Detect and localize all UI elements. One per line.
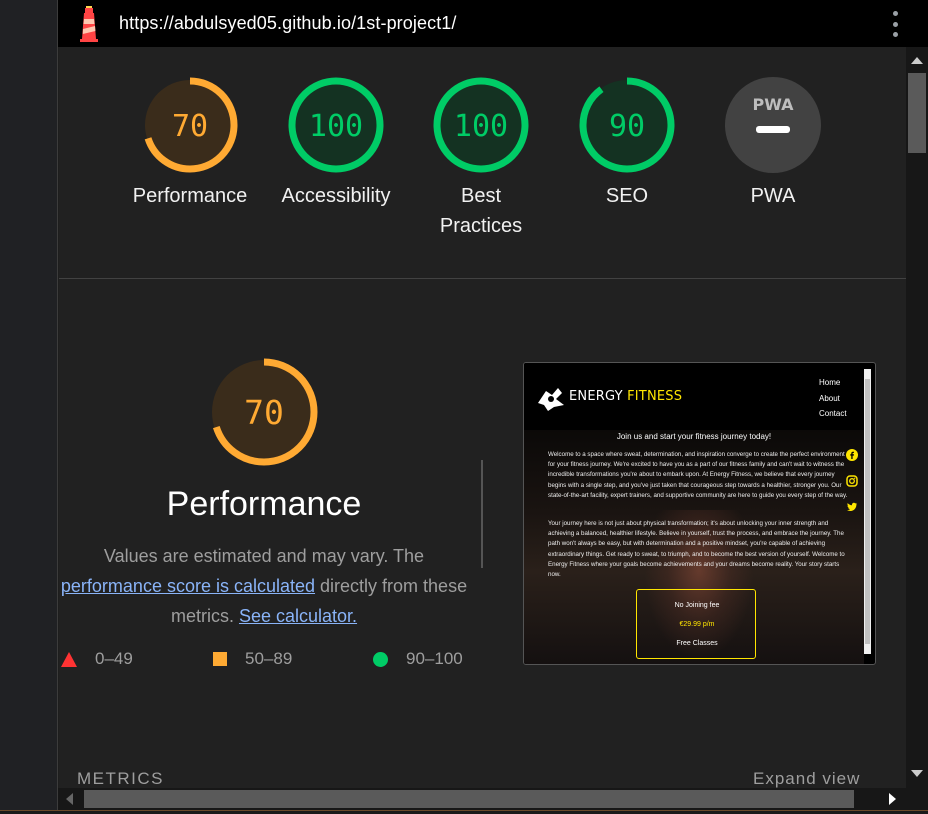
pass-circle-icon — [373, 651, 388, 667]
legend-pass: 90–100 — [373, 649, 463, 669]
fail-triangle-icon — [61, 651, 77, 667]
performance-big-gauge: 70 — [179, 357, 349, 472]
gauge-best-practices-score: 100 — [454, 109, 508, 144]
legend-average: 50–89 — [213, 649, 292, 669]
score-summary: 70 Performance 100 Accessibility 100 Bes… — [59, 47, 906, 279]
pwa-badge-icon: PWA — [725, 77, 821, 173]
gauge-performance-label: Performance — [132, 185, 248, 207]
expand-view-button[interactable]: Expand view — [753, 769, 860, 788]
gauge-best-practices-ring: 100 — [433, 77, 529, 173]
performance-title: Performance — [166, 485, 362, 523]
scroll-down-arrow-icon[interactable] — [911, 770, 923, 777]
gauge-best-practices-label: Best Practices — [439, 185, 523, 237]
scrollbar-corner — [906, 788, 928, 810]
vertical-scroll-thumb[interactable] — [908, 73, 926, 153]
screenshot-nav: Home About Contact — [819, 378, 847, 418]
horizontal-scroll-thumb[interactable] — [84, 790, 854, 808]
legend-fail: 0–49 — [61, 649, 133, 669]
gauge-pwa[interactable]: PWA PWA — [703, 75, 843, 211]
window-bottom-edge — [0, 810, 928, 814]
screenshot-site-header: ENERGY FITNESS Home About Contact — [524, 363, 864, 430]
instagram-icon — [846, 475, 858, 490]
gauge-accessibility-ring: 100 — [288, 77, 384, 173]
kebab-menu-icon[interactable] — [892, 11, 898, 37]
screenshot-paragraph-1: Welcome to a space where sweat, determin… — [548, 451, 848, 499]
gauge-seo-label: SEO — [605, 185, 649, 207]
gauge-seo-score: 90 — [609, 109, 645, 144]
facebook-icon — [846, 449, 858, 464]
gauge-accessibility-score: 100 — [309, 109, 363, 144]
gauge-performance-ring: 70 — [142, 77, 238, 173]
gauge-best-practices[interactable]: 100 Best Practices — [411, 75, 551, 241]
performance-score-link[interactable]: performance score is calculated — [61, 576, 315, 596]
twitter-icon — [846, 501, 858, 516]
report-topbar: https://abdulsyed05.github.io/1st-projec… — [58, 0, 928, 47]
left-gutter — [0, 0, 58, 814]
report-url[interactable]: https://abdulsyed05.github.io/1st-projec… — [119, 13, 457, 34]
gauge-accessibility[interactable]: 100 Accessibility — [266, 75, 406, 211]
metrics-heading: METRICS — [77, 769, 164, 788]
gauge-seo[interactable]: 90 SEO — [557, 75, 697, 211]
vertical-divider — [481, 460, 483, 568]
scroll-left-arrow-icon[interactable] — [66, 793, 73, 805]
final-screenshot[interactable]: ENERGY FITNESS Home About Contact Join u… — [523, 362, 876, 665]
gauge-pwa-label: PWA — [750, 185, 796, 207]
gauge-performance-score: 70 — [172, 109, 208, 144]
screenshot-scrollbar — [864, 369, 871, 654]
gauge-accessibility-label: Accessibility — [281, 185, 391, 207]
performance-description: Values are estimated and may vary. The p… — [60, 546, 468, 626]
energy-fitness-logo-icon — [538, 388, 564, 411]
gauge-performance[interactable]: 70 Performance — [120, 75, 260, 211]
scroll-up-arrow-icon[interactable] — [911, 57, 923, 64]
vertical-scrollbar[interactable] — [906, 47, 928, 788]
see-calculator-link[interactable]: See calculator. — [239, 606, 357, 626]
performance-big-score: 70 — [244, 393, 284, 432]
screenshot-paragraph-2: Your journey here is not just about phys… — [548, 520, 845, 579]
screenshot-brand: ENERGY FITNESS — [569, 389, 683, 404]
screenshot-price-card: No Joining fee €29.99 p/m Free Classes — [636, 589, 756, 659]
average-square-icon — [213, 652, 227, 666]
lighthouse-icon — [76, 5, 102, 42]
score-legend: 0–49 50–89 90–100 — [59, 649, 479, 683]
screenshot-tagline: Join us and start your fitness journey t… — [616, 432, 772, 441]
lighthouse-report: 70 Performance 100 Accessibility 100 Bes… — [59, 47, 906, 788]
horizontal-scrollbar[interactable] — [58, 788, 906, 810]
gauge-seo-ring: 90 — [579, 77, 675, 173]
scroll-right-arrow-icon[interactable] — [889, 793, 896, 805]
pwa-badge-text: PWA — [752, 95, 794, 114]
